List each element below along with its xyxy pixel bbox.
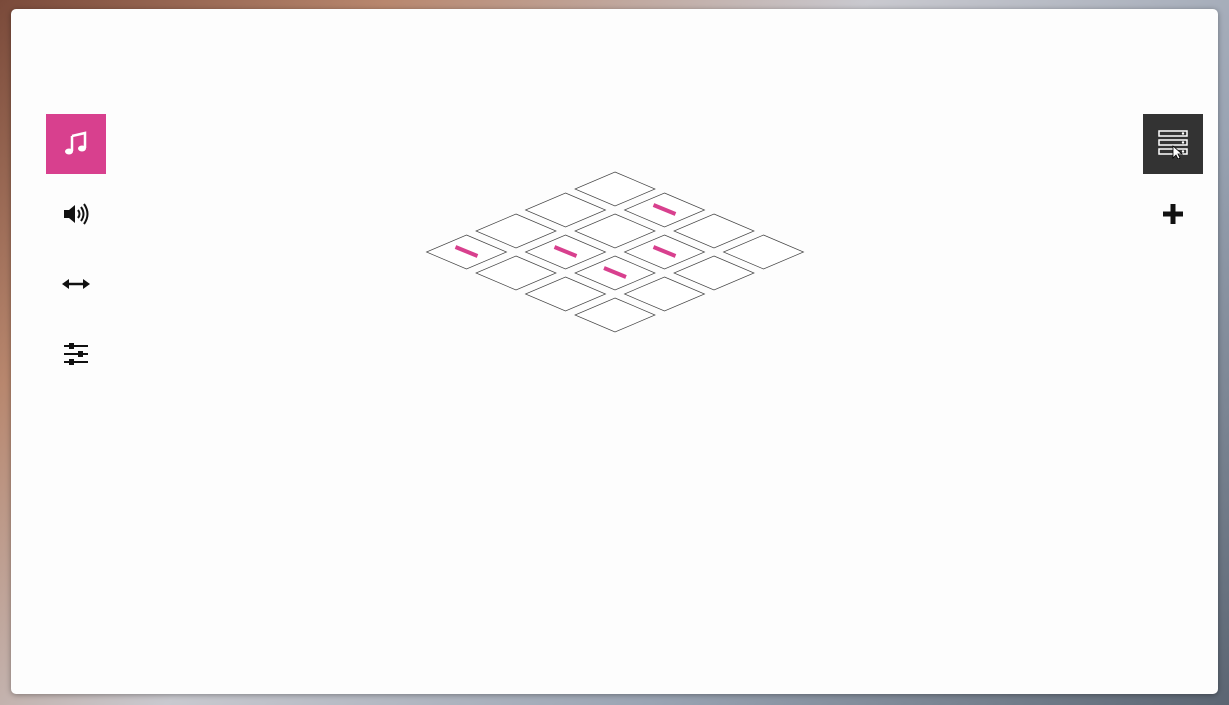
grid-tile[interactable]: [673, 213, 755, 249]
grid-tile[interactable]: [574, 171, 656, 207]
grid-tile[interactable]: [475, 255, 557, 291]
grid-tile[interactable]: [574, 213, 656, 249]
grid-tile[interactable]: [524, 276, 607, 312]
grid-tile[interactable]: [673, 255, 755, 291]
grid-tile[interactable]: [574, 297, 656, 333]
grid-tile[interactable]: [623, 276, 706, 312]
grid-tile[interactable]: [722, 234, 805, 270]
grid-tile[interactable]: [524, 192, 607, 228]
grid-tile[interactable]: [475, 213, 557, 249]
isometric-step-grid: [425, 171, 805, 333]
app-window: [11, 9, 1218, 694]
